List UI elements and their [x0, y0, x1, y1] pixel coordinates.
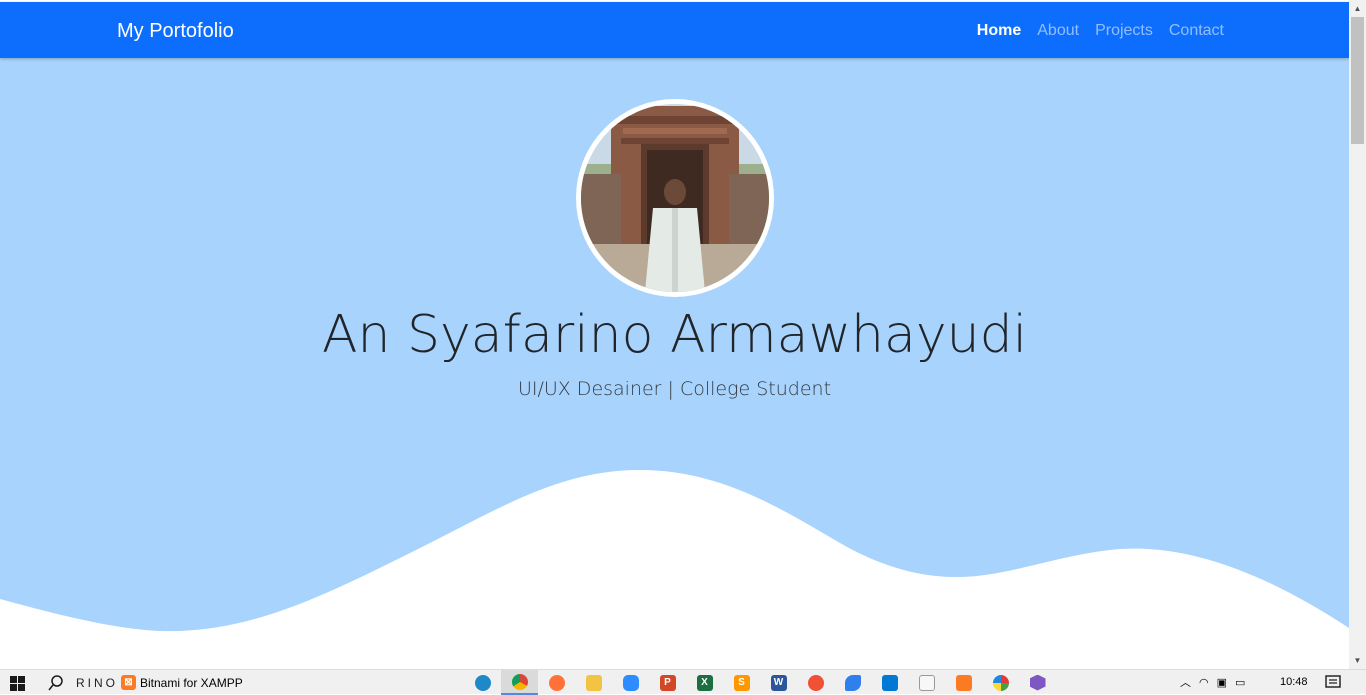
nav-link-projects[interactable]: Projects	[1095, 20, 1153, 42]
scroll-thumb[interactable]	[1351, 17, 1364, 144]
taskbar-app-powerpoint[interactable]: P	[649, 670, 686, 695]
taskbar-clock[interactable]: 10:48	[1280, 676, 1308, 688]
vscode-icon	[881, 674, 898, 691]
nav-link-contact[interactable]: Contact	[1169, 20, 1224, 42]
notification-icon[interactable]	[1325, 675, 1341, 690]
nav-links: Home About Projects Contact	[977, 20, 1224, 42]
taskbar-xampp-label: Bitnami for XAMPP	[140, 675, 243, 690]
browser-viewport: My Portofolio Home About Projects Contac…	[0, 0, 1349, 669]
windows-taskbar: RINO ⊠ Bitnami for XAMPP P X S W ︿ ◠ ▣ ▭…	[0, 669, 1366, 695]
taskbar-apps: P X S W	[464, 670, 1056, 695]
powerpoint-icon: P	[659, 674, 676, 691]
wifi-icon[interactable]: ◠	[1199, 676, 1209, 689]
firefox-icon	[548, 674, 565, 691]
navbar-brand[interactable]: My Portofolio	[117, 19, 234, 43]
taskbar-app-firefox[interactable]	[538, 670, 575, 695]
hero-name: An Syafarino Armawhayudi	[321, 305, 1028, 365]
excel-icon: X	[696, 674, 713, 691]
camera-icon[interactable]: ▣	[1217, 676, 1227, 689]
nav-link-about[interactable]: About	[1037, 20, 1079, 42]
notepad-icon	[918, 674, 935, 691]
taskbar-app-bird[interactable]	[834, 670, 871, 695]
taskbar-app-excel[interactable]: X	[686, 670, 723, 695]
hero-subtitle: UI/UX Desainer | College Student	[517, 378, 832, 400]
taskbar-app-word[interactable]: W	[760, 670, 797, 695]
taskbar-app-git[interactable]	[797, 670, 834, 695]
taskbar-app-hex[interactable]	[1019, 670, 1056, 695]
taskbar-app-edge[interactable]	[464, 670, 501, 695]
taskbar-app-vscode[interactable]	[871, 670, 908, 695]
word-icon: W	[770, 674, 787, 691]
scroll-up-arrow-icon[interactable]: ▲	[1349, 0, 1366, 17]
taskbar-app-colors[interactable]	[982, 670, 1019, 695]
search-icon[interactable]	[47, 674, 65, 692]
navbar: My Portofolio Home About Projects Contac…	[0, 2, 1349, 58]
git-icon	[807, 674, 824, 691]
file-explorer-icon	[585, 674, 602, 691]
taskbar-app-chrome[interactable]	[501, 670, 538, 695]
nav-link-home[interactable]: Home	[977, 20, 1021, 42]
page-scrollbar[interactable]: ▲ ▼	[1349, 0, 1366, 669]
taskbar-app-zoom[interactable]	[612, 670, 649, 695]
app-colors-icon	[992, 674, 1009, 691]
battery-icon[interactable]: ▭	[1235, 676, 1245, 689]
app-bird-icon	[844, 674, 861, 691]
taskbar-xampp-item[interactable]: ⊠ Bitnami for XAMPP	[121, 675, 243, 690]
app-hex-icon	[1029, 674, 1046, 691]
chrome-icon	[511, 673, 528, 690]
profile-photo	[581, 104, 769, 292]
taskbar-app-file-explorer[interactable]	[575, 670, 612, 695]
system-tray: ︿ ◠ ▣ ▭	[1180, 674, 1245, 690]
sublime-text-icon: S	[733, 674, 750, 691]
chevron-up-icon[interactable]: ︿	[1180, 674, 1191, 690]
scroll-down-arrow-icon[interactable]: ▼	[1349, 652, 1366, 669]
xampp-icon: ⊠	[121, 675, 136, 690]
xampp-icon	[955, 674, 972, 691]
zoom-icon	[622, 674, 639, 691]
taskbar-app-sublime[interactable]: S	[723, 670, 760, 695]
edge-icon	[474, 674, 491, 691]
profile-avatar	[576, 99, 774, 297]
taskbar-app-xampp[interactable]	[945, 670, 982, 695]
taskbar-app-notepad[interactable]	[908, 670, 945, 695]
windows-start-icon[interactable]	[10, 676, 25, 691]
taskbar-user-label[interactable]: RINO	[76, 676, 118, 690]
